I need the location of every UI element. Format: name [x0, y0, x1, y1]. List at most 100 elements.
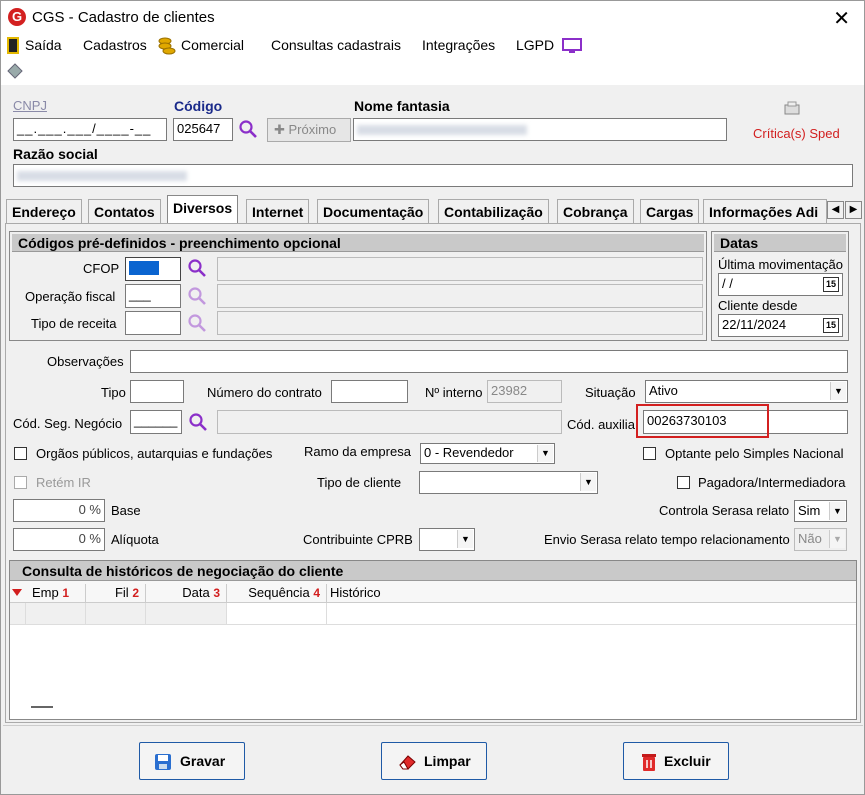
- aliquota-input[interactable]: 0 %: [13, 528, 105, 551]
- tipo-receita-search-icon[interactable]: [187, 313, 207, 333]
- nome-fantasia-input[interactable]: [353, 118, 727, 141]
- cprb-select[interactable]: ▼: [419, 528, 475, 551]
- tab-endereco[interactable]: Endereço: [6, 199, 82, 223]
- pagadora-checkbox[interactable]: [677, 476, 690, 489]
- cliente-desde-input[interactable]: 22/11/2024 15: [718, 314, 843, 337]
- orgaos-label: Orgãos públicos, autarquias e fundações: [36, 446, 273, 461]
- tab-diversos[interactable]: Diversos: [167, 195, 239, 224]
- close-button[interactable]: ✕: [833, 6, 850, 31]
- chevron-down-icon[interactable]: ▼: [829, 502, 845, 520]
- simples-checkbox[interactable]: [643, 447, 656, 460]
- tab-internet[interactable]: Internet: [246, 199, 310, 223]
- menu-comercial[interactable]: Comercial: [181, 37, 244, 53]
- serasa-value: Sim: [798, 503, 821, 518]
- seg-negocio-input[interactable]: ______: [130, 410, 182, 434]
- table-row[interactable]: [10, 603, 856, 625]
- gravar-button[interactable]: Gravar: [139, 742, 245, 780]
- grid-splitter-handle[interactable]: [31, 706, 53, 708]
- col-data-label: Data: [182, 585, 210, 600]
- tab-bar: Endereço Contatos Diversos Internet Docu…: [3, 195, 863, 224]
- tab-informacoes[interactable]: Informações Adi: [703, 199, 827, 223]
- envio-serasa-value: Não: [798, 531, 822, 546]
- seg-negocio-search-icon[interactable]: [188, 412, 208, 432]
- tipo-input[interactable]: [130, 380, 184, 403]
- seg-negocio-label: Cód. Seg. Negócio: [13, 416, 123, 431]
- criticas-sped-link[interactable]: Crítica(s) Sped: [753, 126, 840, 141]
- operacao-input[interactable]: ___: [125, 284, 181, 308]
- tab-documentacao[interactable]: Documentação: [317, 199, 430, 223]
- contrato-input[interactable]: [331, 380, 408, 403]
- retem-ir-checkbox[interactable]: [14, 476, 27, 489]
- title-bar: G CGS - Cadastro de clientes ✕: [1, 1, 864, 33]
- col-sequencia[interactable]: Sequência 4: [227, 584, 327, 602]
- tipo-cliente-select[interactable]: ▼: [419, 471, 598, 494]
- codigo-search-icon[interactable]: [238, 119, 258, 139]
- window: G CGS - Cadastro de clientes ✕ Saída Cad…: [0, 0, 865, 795]
- menu-cadastros[interactable]: Cadastros: [83, 37, 147, 53]
- exit-door-icon: [7, 37, 19, 54]
- arrows-icon[interactable]: [6, 62, 24, 80]
- col-emp-label: Emp: [32, 585, 59, 600]
- envio-serasa-label: Envio Serasa relato tempo relacionamento: [544, 532, 790, 547]
- col-historico[interactable]: Histórico: [327, 584, 855, 602]
- eraser-icon: [398, 753, 418, 771]
- base-input[interactable]: 0 %: [13, 499, 105, 522]
- interno-input: 23982: [487, 380, 562, 403]
- cnpj-input[interactable]: __.___.___/____-__: [13, 118, 167, 141]
- cfop-search-icon[interactable]: [187, 258, 207, 278]
- ramo-select[interactable]: 0 - Revendedor ▼: [420, 443, 555, 464]
- serasa-select[interactable]: Sim ▼: [794, 500, 847, 522]
- cfop-label: CFOP: [83, 261, 120, 276]
- calendar-icon[interactable]: 15: [823, 318, 839, 333]
- limpar-label: Limpar: [424, 753, 471, 769]
- tab-contabilizacao[interactable]: Contabilização: [438, 199, 549, 223]
- menu-integracoes[interactable]: Integrações: [422, 37, 495, 53]
- tab-scroll-left-icon[interactable]: ◀: [827, 201, 844, 219]
- col-fil-label: Fil: [114, 585, 129, 600]
- table-cell: [26, 603, 86, 624]
- tab-scroll-right-icon[interactable]: ▶: [845, 201, 862, 219]
- chevron-down-icon[interactable]: ▼: [580, 473, 596, 491]
- sped-icon: [783, 101, 801, 117]
- chevron-down-icon[interactable]: ▼: [457, 530, 473, 548]
- codigo-input[interactable]: 025647: [173, 118, 233, 141]
- save-icon: [154, 753, 172, 771]
- col-emp[interactable]: Emp 1: [26, 584, 86, 602]
- tab-cobranca[interactable]: Cobrança: [557, 199, 634, 223]
- situacao-select[interactable]: Ativo ▼: [645, 380, 848, 403]
- operacao-search-icon[interactable]: [187, 286, 207, 306]
- ultima-movimentacao-input[interactable]: / / 15: [718, 273, 843, 296]
- tipo-cliente-label: Tipo de cliente: [317, 475, 402, 490]
- tipo-receita-input[interactable]: [125, 311, 181, 335]
- sort-arrow-icon[interactable]: [12, 589, 22, 596]
- calendar-icon[interactable]: 15: [823, 277, 839, 292]
- observacoes-input[interactable]: [130, 350, 848, 373]
- menu-exit[interactable]: Saída: [25, 37, 62, 53]
- menu-consultas[interactable]: Consultas cadastrais: [271, 37, 401, 53]
- serasa-label: Controla Serasa relato: [659, 503, 790, 518]
- app-logo-icon: G: [8, 8, 26, 26]
- nome-fantasia-label: Nome fantasia: [354, 98, 450, 114]
- proximo-button[interactable]: ✚ Próximo: [267, 118, 351, 142]
- excluir-button[interactable]: Excluir: [623, 742, 729, 780]
- col-historico-label: Histórico: [330, 585, 381, 600]
- cnpj-label: CNPJ: [13, 98, 47, 113]
- simples-label: Optante pelo Simples Nacional: [665, 446, 844, 461]
- tab-contatos[interactable]: Contatos: [88, 199, 161, 223]
- orgaos-checkbox[interactable]: [14, 447, 27, 460]
- tab-cargas[interactable]: Cargas: [640, 199, 700, 223]
- col-data[interactable]: Data 3: [146, 584, 227, 602]
- col-fil[interactable]: Fil 2: [86, 584, 146, 602]
- cfop-input[interactable]: [125, 257, 181, 281]
- chevron-down-icon[interactable]: ▼: [537, 445, 553, 462]
- menu-lgpd[interactable]: LGPD: [516, 37, 554, 53]
- razao-social-input[interactable]: [13, 164, 853, 187]
- pagadora-label: Pagadora/Intermediadora: [698, 475, 846, 490]
- limpar-button[interactable]: Limpar: [381, 742, 487, 780]
- ramo-value: 0 - Revendedor: [424, 445, 514, 460]
- cliente-desde-label: Cliente desde: [718, 298, 798, 313]
- chevron-down-icon[interactable]: ▼: [830, 382, 846, 400]
- table-cell: [86, 603, 146, 624]
- datas-group-title: Datas: [714, 234, 846, 252]
- monitor-icon: [562, 38, 582, 54]
